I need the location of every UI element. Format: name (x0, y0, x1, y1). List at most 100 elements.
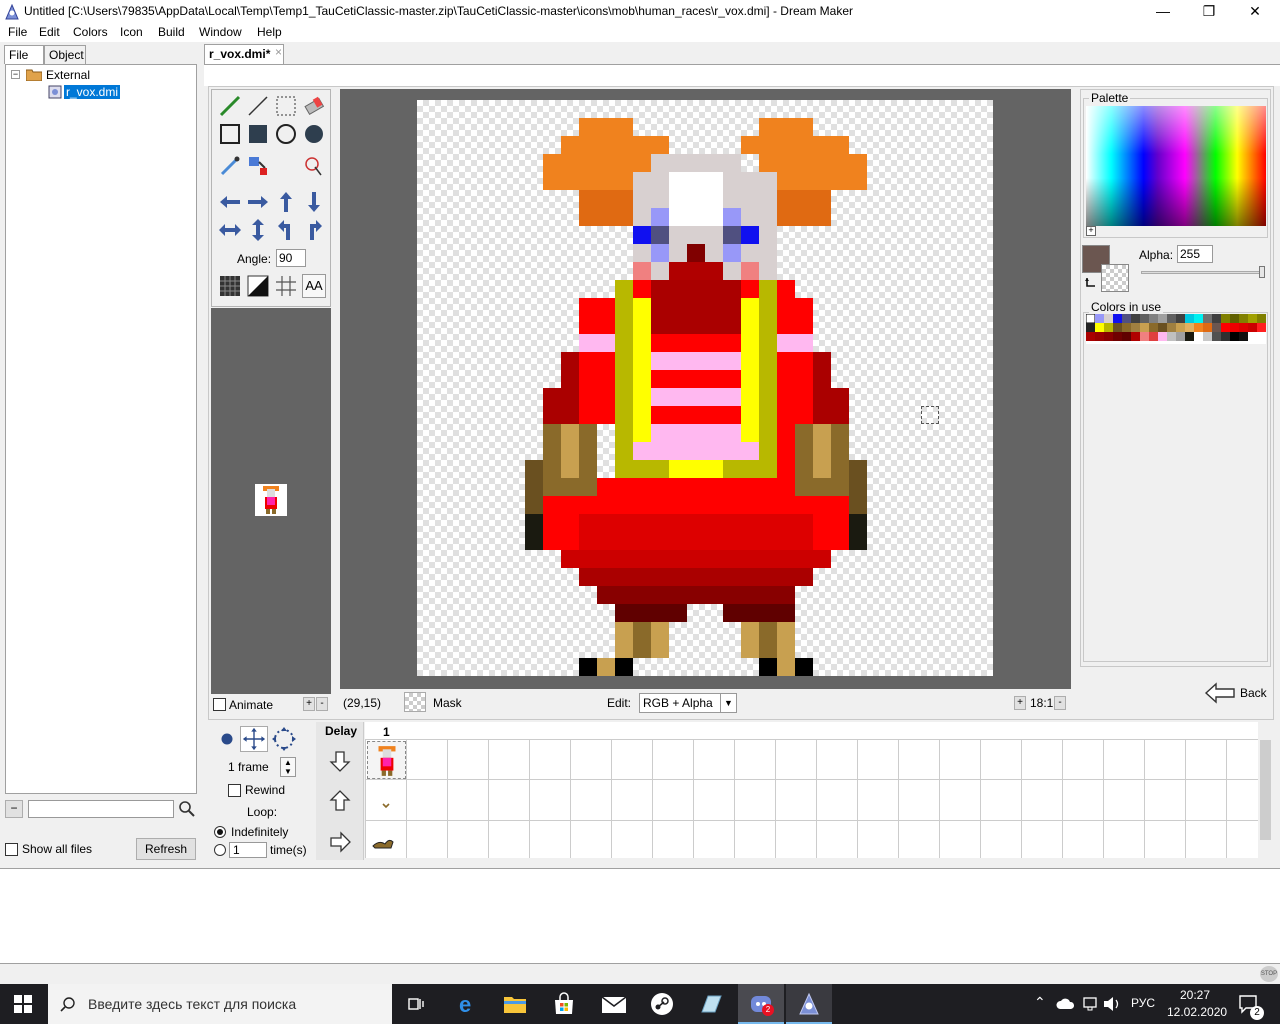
cloud-icon[interactable] (1056, 996, 1076, 1012)
close-button[interactable]: ✕ (1232, 0, 1278, 24)
taskbar-dream-maker[interactable] (786, 984, 832, 1024)
tree-filter-input[interactable] (28, 800, 174, 818)
frame-grid-scrollbar[interactable] (1258, 722, 1273, 860)
colors-in-use-swatches[interactable] (1085, 313, 1266, 344)
angle-input[interactable]: 90 (276, 249, 306, 267)
build-output[interactable] (0, 868, 1280, 964)
frame-cell-south[interactable] (367, 741, 406, 779)
steam-icon[interactable] (650, 992, 674, 1016)
select-rect-icon[interactable] (274, 94, 298, 118)
alpha-slider-track[interactable] (1141, 271, 1263, 274)
menu-window[interactable]: Window (199, 25, 242, 39)
chevron-down-icon[interactable]: ▼ (720, 694, 736, 712)
show-all-files-checkbox[interactable] (5, 843, 18, 856)
tab-object[interactable]: Object (44, 45, 86, 64)
filled-ellipse-icon[interactable] (302, 122, 326, 146)
colors-in-use-grid[interactable] (1085, 313, 1266, 344)
grid-toggle-icon[interactable] (274, 274, 298, 298)
frame-cell-north-thumb[interactable] (380, 801, 392, 811)
menu-build[interactable]: Build (158, 25, 185, 39)
menu-help[interactable]: Help (257, 25, 282, 39)
rotate-left-icon[interactable] (274, 218, 298, 242)
filled-rectangle-icon[interactable] (246, 122, 270, 146)
zoom-out-button[interactable]: - (1054, 696, 1066, 710)
collapse-icon[interactable]: − (11, 70, 20, 79)
rectangle-icon[interactable] (218, 122, 242, 146)
back-button[interactable]: Back (1240, 686, 1267, 700)
contrast-icon[interactable] (246, 274, 270, 298)
collapse-all-button[interactable]: − (5, 800, 23, 818)
frame-cell-east-thumb[interactable] (371, 834, 395, 852)
scrollbar-thumb[interactable] (1260, 740, 1271, 840)
tree-item-r-vox[interactable]: r_vox.dmi (62, 84, 122, 100)
shift-down-icon[interactable] (302, 190, 326, 214)
shift-right-icon[interactable] (246, 190, 270, 214)
antialias-toggle[interactable]: AA (302, 274, 326, 298)
shift-left-icon[interactable] (218, 190, 242, 214)
taskbar-active-app[interactable]: 2 (738, 984, 784, 1024)
shift-up-icon[interactable] (274, 190, 298, 214)
taskbar-search-box[interactable]: Введите здесь текст для поиска (48, 984, 392, 1024)
swap-colors-icon[interactable] (1084, 276, 1098, 290)
edge-browser-icon[interactable]: e (456, 992, 480, 1016)
minimize-button[interactable]: — (1140, 0, 1186, 24)
language-indicator[interactable]: РУС (1131, 996, 1155, 1010)
tree-item-external[interactable]: External (46, 68, 90, 82)
fill-bucket-icon[interactable] (246, 154, 270, 178)
loop-times-input[interactable]: 1 (229, 842, 267, 858)
palette-grid[interactable] (1086, 106, 1266, 226)
notepad-app-icon[interactable] (698, 992, 724, 1016)
pixel-canvas[interactable] (417, 100, 993, 676)
tray-expand-icon[interactable]: ⌃ (1034, 994, 1046, 1011)
flip-vertical-icon[interactable] (246, 218, 270, 242)
loop-indefinitely-radio[interactable] (214, 826, 226, 838)
clock-date[interactable]: 12.02.2020 (1167, 1005, 1227, 1019)
task-view-icon[interactable] (406, 994, 426, 1014)
menu-edit[interactable]: Edit (39, 25, 60, 39)
flip-horizontal-icon[interactable] (218, 218, 242, 242)
animate-checkbox[interactable] (213, 698, 226, 711)
ellipse-icon[interactable] (274, 122, 298, 146)
menu-colors[interactable]: Colors (73, 25, 108, 39)
loop-times-radio[interactable] (214, 844, 226, 856)
mail-icon[interactable] (601, 993, 627, 1015)
pencil-icon[interactable] (218, 94, 242, 118)
volume-icon[interactable] (1102, 996, 1122, 1012)
preview-zoom-in-button[interactable]: + (303, 697, 315, 711)
file-explorer-icon[interactable] (503, 992, 527, 1016)
search-icon[interactable] (177, 800, 197, 818)
eraser-icon[interactable] (302, 94, 326, 118)
eyedropper-icon[interactable] (218, 154, 242, 178)
alpha-input[interactable]: 255 (1177, 245, 1213, 263)
rewind-checkbox[interactable] (228, 784, 241, 797)
refresh-button[interactable]: Refresh (136, 838, 196, 860)
frame-grid[interactable] (365, 740, 1258, 858)
single-dir-icon[interactable] (220, 732, 234, 746)
edit-mode-select[interactable]: RGB + Alpha ▼ (639, 693, 737, 713)
rotate-right-icon[interactable] (302, 218, 326, 242)
menu-file[interactable]: File (8, 25, 27, 39)
tab-file[interactable]: File (4, 45, 44, 64)
maximize-button[interactable]: ❐ (1186, 0, 1232, 24)
close-tab-icon[interactable]: × (275, 45, 282, 59)
menu-icon[interactable]: Icon (120, 25, 143, 39)
clock-time[interactable]: 20:27 (1180, 988, 1210, 1002)
secondary-color-swatch[interactable] (1101, 264, 1129, 292)
windows-start-icon[interactable] (14, 995, 32, 1013)
mask-swatch[interactable] (404, 692, 426, 712)
preview-zoom-out-button[interactable]: - (316, 697, 328, 711)
frame-count-spinner[interactable]: ▲ ▼ (280, 757, 296, 777)
eight-dir-icon[interactable] (270, 726, 298, 752)
alpha-slider-thumb[interactable] (1259, 266, 1265, 278)
editor-tab[interactable]: r_vox.dmi* × (204, 44, 284, 64)
four-dir-icon[interactable] (240, 726, 268, 752)
palette-add-icon[interactable]: + (1086, 226, 1096, 236)
stop-icon[interactable]: STOP (1260, 966, 1278, 982)
network-icon[interactable] (1080, 996, 1100, 1012)
grid-pattern-icon[interactable] (218, 274, 242, 298)
line-icon[interactable] (246, 94, 270, 118)
back-arrow-icon[interactable] (1204, 682, 1236, 704)
zoom-icon[interactable] (302, 154, 326, 178)
store-icon[interactable] (552, 992, 576, 1016)
zoom-in-button[interactable]: + (1014, 696, 1026, 710)
